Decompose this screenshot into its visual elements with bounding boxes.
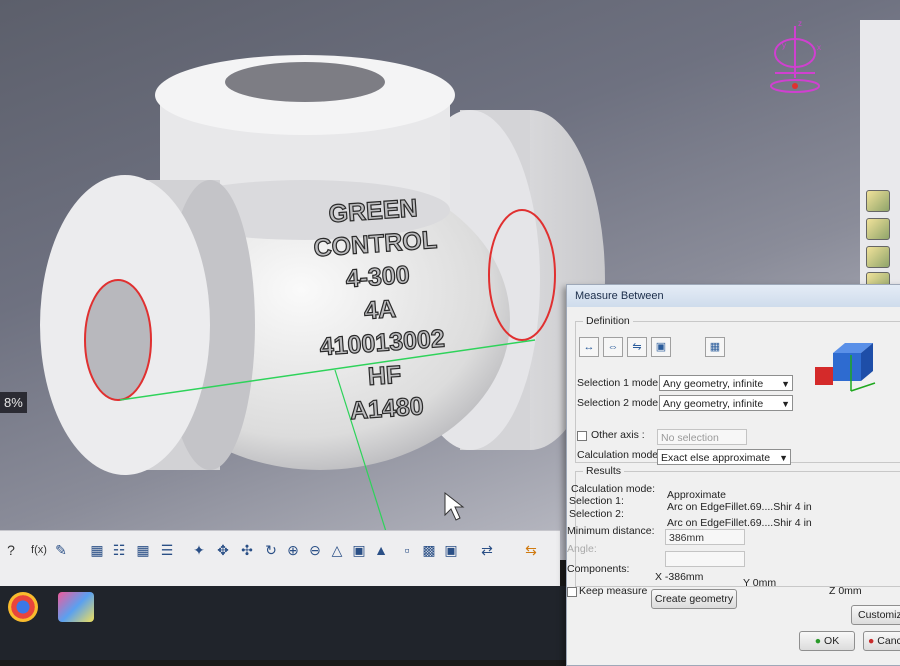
pan-icon[interactable]: ✥	[214, 541, 232, 559]
move-icon[interactable]: ✣	[238, 541, 256, 559]
hide-show-icon[interactable]: ▫	[398, 541, 416, 559]
angle-label: Angle:	[567, 543, 597, 555]
other-axis-field[interactable]: No selection	[657, 429, 747, 445]
min-distance-label: Minimum distance:	[567, 525, 655, 537]
chrome-icon[interactable]	[8, 592, 38, 622]
res-sel1-label: Selection 1:	[569, 495, 624, 507]
comment-icon[interactable]: ✎	[52, 541, 70, 559]
customize-button[interactable]: Customiz	[851, 605, 900, 625]
image-icon[interactable]: ▣	[442, 541, 460, 559]
components-label: Components:	[567, 563, 630, 575]
fly-icon[interactable]: ✦	[190, 541, 208, 559]
zoom-in-icon[interactable]: ⊕	[284, 541, 302, 559]
compass-x-label: x	[817, 43, 821, 52]
measure-between-dialog: Measure Between Definition ↔ ⇔ ⇋ ▣ ▦ Sel…	[566, 284, 900, 666]
calc-mode-label: Calculation mode:	[577, 449, 662, 461]
compass-y-label: y	[782, 41, 786, 50]
angle-field	[665, 551, 745, 567]
ok-label: OK	[824, 635, 840, 647]
selection1-mode-select[interactable]: Any geometry, infinite ▼	[659, 375, 793, 391]
selection1-mode-value: Any geometry, infinite	[663, 378, 764, 390]
calc-mode-value: Exact else approximate	[661, 452, 771, 464]
shading-icon[interactable]	[866, 190, 890, 212]
render-icon[interactable]	[866, 246, 890, 268]
valve-engraving: GREEN CONTROL 4-300 4A 410013002 HF A148…	[292, 190, 468, 432]
keep-measure-checkbox[interactable]	[567, 587, 577, 597]
create-geometry-button[interactable]: Create geometry	[651, 589, 737, 609]
res-sel1-value: Arc on EdgeFillet.69....Shir 4 in	[667, 501, 812, 513]
component-x-value: X -386mm	[655, 571, 704, 583]
iso-view-icon[interactable]: ▲	[372, 541, 390, 559]
tree-icon[interactable]: ☷	[110, 541, 128, 559]
results-legend: Results	[583, 465, 625, 477]
measure-inertia-mode-icon[interactable]: ▦	[705, 337, 725, 357]
min-distance-field: 386mm	[665, 529, 745, 545]
component-y-value: Y 0mm	[743, 577, 777, 589]
compass-widget[interactable]: z y x	[760, 18, 830, 98]
measure-fan-mode-icon[interactable]: ⇋	[627, 337, 647, 357]
definition-legend: Definition	[583, 315, 633, 327]
res-calc-mode-label: Calculation mode:	[571, 483, 656, 495]
res-calc-mode-value: Approximate	[667, 489, 726, 501]
catia-taskbar-icon[interactable]	[58, 592, 94, 622]
calc-mode-select[interactable]: Exact else approximate ▼	[657, 449, 791, 465]
selection2-mode-value: Any geometry, infinite	[663, 398, 764, 410]
ok-button[interactable]: ● OK	[799, 631, 855, 651]
bottom-toolbar: ? f(x) ✎ ▦ ☷ ▦ ☰ ✦ ✥ ✣ ↻ ⊕ ⊖ △ ▣ ▲ ▫ ▩ ▣…	[0, 530, 560, 587]
chevron-down-icon: ▼	[779, 453, 788, 463]
view-cube-icon[interactable]: ▣	[350, 541, 368, 559]
axis-cube-icon	[815, 343, 876, 392]
other-axis-label: Other axis :	[591, 429, 645, 441]
right-toolbar	[860, 20, 900, 300]
measure-chain-mode-icon[interactable]: ⇔	[603, 337, 623, 357]
measure-item-icon[interactable]: ⇆	[522, 541, 540, 559]
measure-between-mode-icon[interactable]: ↔	[579, 337, 599, 357]
fit-all-icon[interactable]: ☰	[158, 541, 176, 559]
normal-view-icon[interactable]: △	[328, 541, 346, 559]
zoom-label: 8%	[0, 392, 27, 413]
dialog-title[interactable]: Measure Between	[567, 285, 900, 307]
chevron-down-icon: ▼	[781, 379, 790, 389]
other-axis-checkbox[interactable]	[577, 431, 587, 441]
cancel-icon: ●	[868, 635, 875, 647]
formula-icon[interactable]: f(x)	[26, 541, 52, 559]
ok-check-icon: ●	[814, 635, 822, 647]
res-sel2-value: Arc on EdgeFillet.69....Shir 4 in	[667, 517, 812, 529]
measure-icon[interactable]: ⇄	[478, 541, 496, 559]
material-icon[interactable]	[866, 218, 890, 240]
component-z-value: Z 0mm	[829, 585, 862, 597]
compass-z-label: z	[798, 19, 802, 28]
rotate-icon[interactable]: ↻	[262, 541, 280, 559]
zoom-out-icon[interactable]: ⊖	[306, 541, 324, 559]
selection1-label: Selection 1 mode:	[577, 377, 662, 389]
keep-measure-label: Keep measure	[579, 585, 648, 597]
chevron-down-icon: ▼	[781, 399, 790, 409]
table-icon[interactable]: ▦	[88, 541, 106, 559]
catalog-icon[interactable]: ▦	[134, 541, 152, 559]
swap-space-icon[interactable]: ▩	[420, 541, 438, 559]
measure-item-mode-icon[interactable]: ▣	[651, 337, 671, 357]
help-icon[interactable]: ?	[2, 541, 20, 559]
res-sel2-label: Selection 2:	[569, 508, 624, 520]
cancel-button[interactable]: ● Canc	[863, 631, 900, 651]
cancel-label: Canc	[877, 635, 900, 647]
selection2-mode-select[interactable]: Any geometry, infinite ▼	[659, 395, 793, 411]
selection2-label: Selection 2 mode:	[577, 397, 662, 409]
